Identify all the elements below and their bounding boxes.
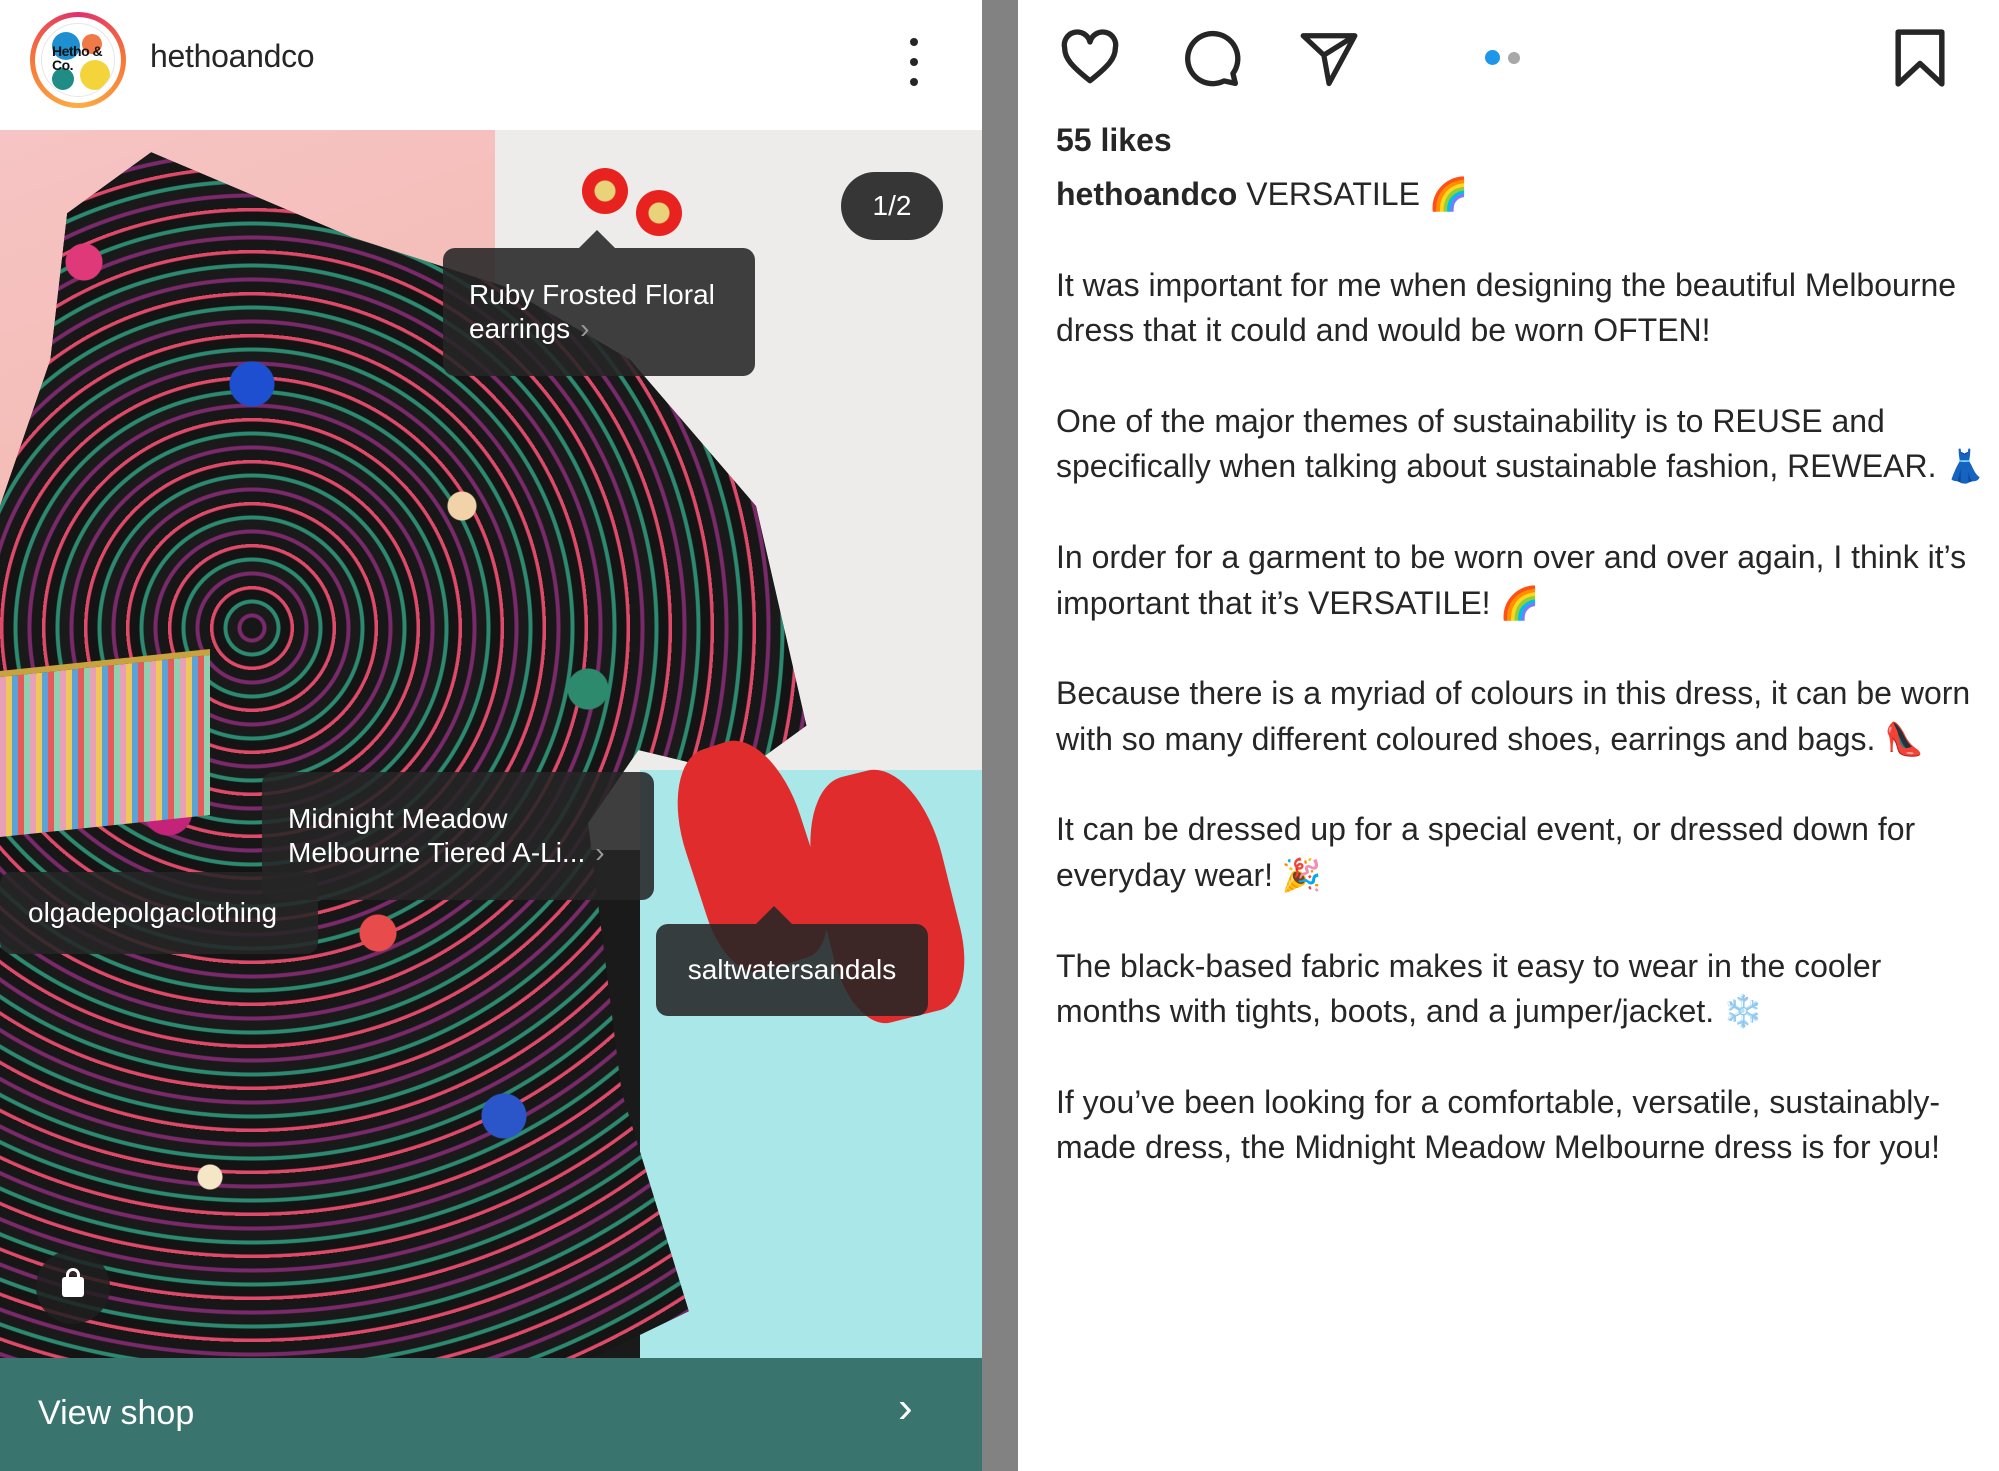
bag-image	[0, 648, 210, 838]
chevron-right-icon: ›	[898, 1383, 913, 1432]
caption-paragraph: In order for a garment to be worn over a…	[1056, 538, 1967, 621]
speech-bubble-icon[interactable]	[1178, 26, 1242, 90]
product-tag-earrings[interactable]: Ruby Frosted Floral earrings ›	[443, 230, 755, 376]
tag-username: saltwatersandals	[687, 954, 897, 985]
more-dot	[910, 78, 918, 86]
carousel-dot-active	[1485, 50, 1500, 65]
shopping-bag-icon[interactable]	[36, 1250, 110, 1324]
caption-headline: VERSATILE 🌈	[1246, 176, 1469, 212]
post-media-pane: Hetho & Co. hethoandco 1/2 Ruby Frosted …	[0, 0, 982, 1471]
caption-paragraph: It can be dressed up for a special event…	[1056, 811, 1916, 893]
tag-title-line2: Melbourne Tiered A-Li...	[288, 837, 586, 868]
chevron-right-icon: ›	[580, 313, 590, 344]
heart-outline-icon[interactable]	[1058, 26, 1122, 90]
view-shop-label: View shop	[38, 1394, 195, 1432]
pane-divider	[982, 0, 1018, 1471]
avatar-ring-inner: Hetho & Co.	[35, 17, 121, 103]
brand-logo: Hetho & Co.	[41, 23, 115, 97]
carousel-dot	[1508, 52, 1520, 64]
tag-title-line1: Midnight Meadow	[288, 803, 508, 834]
user-tag-olgadepolgaclothing[interactable]: olgadepolgaclothing	[0, 872, 318, 954]
view-shop-button[interactable]: View shop ›	[0, 1358, 982, 1471]
post-header: Hetho & Co. hethoandco	[0, 0, 982, 130]
action-bar	[1018, 0, 1999, 120]
caption-paragraph: Because there is a myriad of colours in …	[1056, 675, 1971, 757]
likes-count[interactable]: 55 likes	[1056, 122, 1172, 159]
more-dot	[910, 58, 918, 66]
caption-paragraph: The black-based fabric makes it easy to …	[1056, 947, 1882, 1030]
post-details-pane: 55 likes hethoandco VERSATILE 🌈 It was i…	[1018, 0, 1999, 1471]
caption-username[interactable]: hethoandco	[1056, 176, 1237, 212]
slide-counter: 1/2	[841, 172, 943, 240]
tag-title-line2: earrings	[469, 313, 571, 344]
user-tag-saltwatersandals[interactable]: saltwatersandals	[656, 906, 928, 1016]
avatar[interactable]: Hetho & Co.	[30, 12, 126, 108]
paper-plane-icon[interactable]	[1298, 28, 1360, 90]
tag-username: olgadepolgaclothing	[28, 897, 278, 928]
post-username[interactable]: hethoandco	[150, 38, 315, 75]
caption-paragraph: If you’ve been looking for a comfortable…	[1056, 1083, 1941, 1166]
logo-text: Hetho & Co.	[52, 43, 103, 73]
chevron-right-icon: ›	[595, 837, 605, 868]
caption-paragraph: One of the major themes of sustainabilit…	[1056, 402, 1986, 485]
post-caption: hethoandco VERSATILE 🌈 It was important …	[1056, 172, 1986, 1216]
bookmark-outline-icon[interactable]	[1892, 28, 1948, 88]
earring-image	[582, 168, 628, 214]
tag-pointer	[579, 230, 615, 248]
product-tag-dress[interactable]: Midnight Meadow Melbourne Tiered A-Li...…	[262, 772, 654, 900]
more-dot	[910, 38, 918, 46]
caption-paragraph: It was important for me when designing t…	[1056, 266, 1957, 349]
earring-image	[636, 190, 682, 236]
bag-body	[62, 1277, 84, 1297]
tag-title-line1: Ruby Frosted Floral	[469, 279, 715, 310]
carousel-indicator	[1485, 50, 1525, 65]
tag-pointer	[756, 906, 792, 924]
more-vertical-icon[interactable]	[904, 38, 924, 86]
